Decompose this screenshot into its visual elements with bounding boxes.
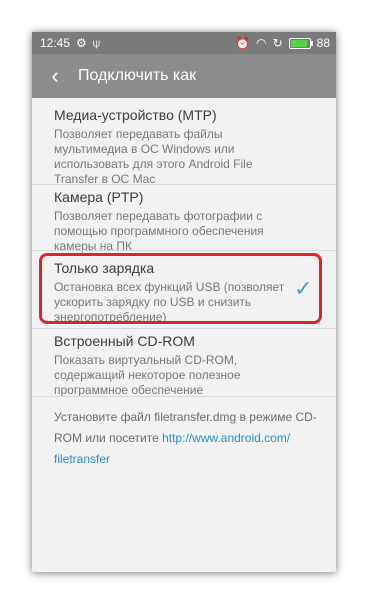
selection-highlight-frame [39, 253, 322, 324]
page-title: Подключить как [78, 67, 197, 84]
option-description-line: камеры на ПК [54, 239, 132, 253]
footer-line1: Установите файл filetransfer.dmg в режим… [54, 410, 317, 424]
option-description: Позволяет передавать файлы мультимедиа в… [54, 127, 320, 187]
battery-icon [288, 37, 313, 49]
alarm-icon: ⏰ [235, 36, 251, 50]
option-cdrom[interactable]: Встроенный CD-ROM Показать виртуальный C… [54, 332, 320, 398]
option-description-line: Показать виртуальный CD-ROM, [54, 353, 238, 367]
option-description-line: использовать для этого Android File [54, 157, 253, 171]
option-description-line: мультимедиа в ОС Windows или [54, 142, 235, 156]
option-description-line: Позволяет передавать файлы [54, 127, 223, 141]
android-filetransfer-link-cont[interactable]: filetransfer [54, 452, 110, 466]
option-mtp[interactable]: Медиа-устройство (MTP) Позволяет передав… [54, 106, 320, 187]
app-bar: ‹ Подключить как [32, 54, 336, 98]
option-description-line: содержащий некоторое полезное [54, 368, 241, 382]
status-bar: 12:45 ⚙ ⍦ ⏰ ◠ ↻ 88 [32, 32, 336, 54]
divider [32, 396, 336, 397]
option-ptp[interactable]: Камера (PTP) Позволяет передавать фотогр… [54, 188, 320, 254]
footer-line2: ROM или посетите http://www.android.com/ [54, 428, 324, 449]
option-description: Позволяет передавать фотографии с помощь… [54, 209, 320, 254]
battery-level: 88 [316, 36, 330, 50]
usb-icon: ⍦ [92, 36, 100, 50]
option-title: Камера (PTP) [54, 189, 144, 205]
footer-note: Установите файл filetransfer.dmg в режим… [54, 407, 324, 470]
option-description-line: помощью программного обеспечения [54, 224, 264, 238]
divider [32, 184, 336, 185]
back-arrow-icon[interactable]: ‹ [32, 54, 78, 98]
status-time: 12:45 [40, 36, 71, 50]
android-filetransfer-link[interactable]: http://www.android.com/ [162, 431, 290, 445]
footer-line2-text: ROM или посетите [54, 431, 163, 445]
settings-icon: ⚙ [76, 36, 87, 50]
option-description: Показать виртуальный CD-ROM, содержащий … [54, 353, 320, 398]
sync-icon: ↻ [272, 36, 283, 50]
phone-screen: 12:45 ⚙ ⍦ ⏰ ◠ ↻ 88 ‹ Подключить как Меди… [32, 32, 336, 572]
footer-line3: filetransfer [54, 449, 324, 470]
wifi-icon: ◠ [256, 36, 267, 50]
option-description-line: Позволяет передавать фотографии с [54, 209, 263, 223]
option-title: Медиа-устройство (MTP) [54, 107, 217, 123]
option-title: Встроенный CD-ROM [54, 333, 195, 349]
divider [32, 250, 336, 251]
divider [32, 328, 336, 329]
